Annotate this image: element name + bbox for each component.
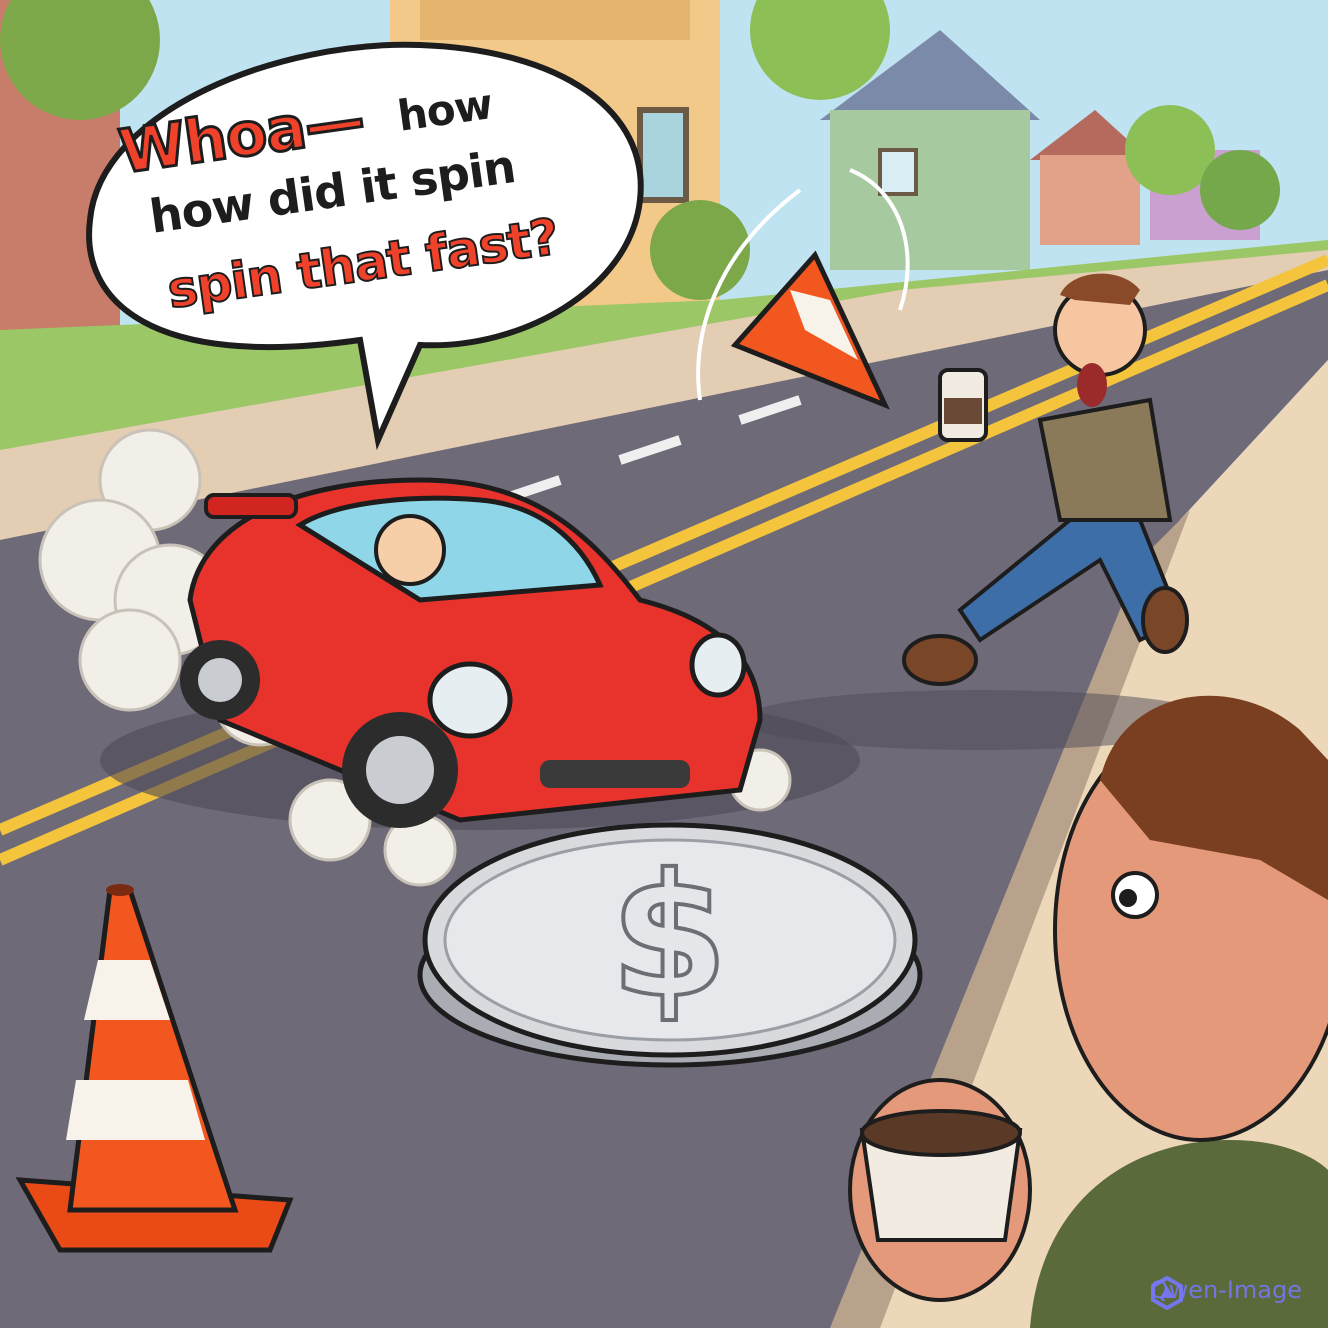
- svg-text:$: $: [610, 838, 728, 1036]
- cartoon-scene: $ Whoa— how how did it spin spin that fa…: [0, 0, 1328, 1328]
- qwen-logo-icon: [1150, 1276, 1183, 1310]
- silver-dollar-coin: $: [417, 822, 923, 1068]
- watermark: Qwen-Image: [1150, 1276, 1302, 1310]
